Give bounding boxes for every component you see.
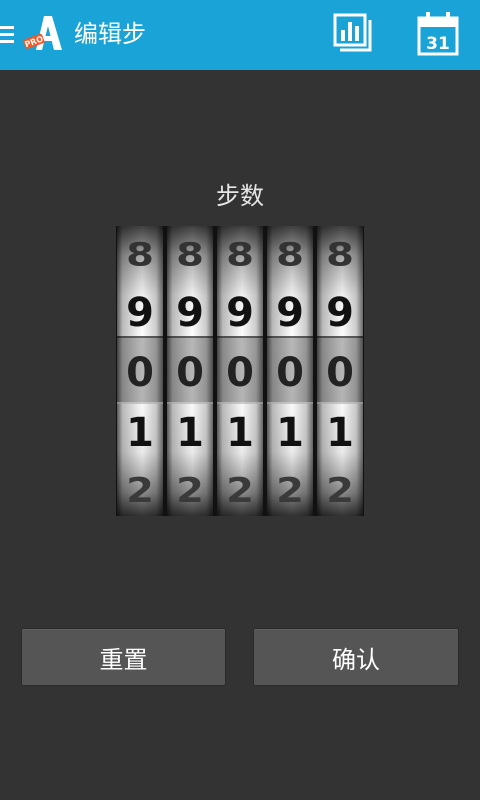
- digit-wheel-1[interactable]: 8 9 0 1 2: [117, 226, 163, 516]
- wheel-digit: 2: [126, 471, 154, 511]
- wheel-digit: 8: [126, 236, 154, 274]
- wheel-digit: 1: [276, 410, 304, 456]
- hamburger-icon: [0, 26, 14, 44]
- wheel-digit: 2: [176, 471, 204, 511]
- wheel-selected-digit: 0: [176, 350, 204, 396]
- wheel-digit: 9: [226, 290, 254, 336]
- bar-chart-icon: [333, 13, 372, 52]
- calendar-day-number: 31: [426, 34, 450, 54]
- wheel-selected-digit: 0: [126, 350, 154, 396]
- wheel-digit: 1: [226, 410, 254, 456]
- wheel-digit: 8: [326, 236, 354, 274]
- reset-button[interactable]: 重置: [21, 628, 226, 686]
- digit-wheel-5[interactable]: 8 9 0 1 2: [317, 226, 363, 516]
- app-logo-icon: PRO: [23, 16, 62, 50]
- wheel-digit: 9: [176, 290, 204, 336]
- wheel-selected-digit: 0: [276, 350, 304, 396]
- wheel-digit: 2: [226, 471, 254, 511]
- wheel-digit: 2: [276, 471, 304, 511]
- action-bar: PRO 编辑步 31: [0, 0, 480, 70]
- wheel-digit: 2: [326, 471, 354, 511]
- calendar-button[interactable]: 31: [410, 6, 466, 62]
- statistics-button[interactable]: [326, 6, 382, 62]
- wheel-digit: 8: [226, 236, 254, 274]
- wheel-selected-digit: 0: [226, 350, 254, 396]
- wheel-digit: 1: [176, 410, 204, 456]
- wheel-digit: 1: [326, 410, 354, 456]
- confirm-button[interactable]: 确认: [253, 628, 459, 686]
- wheel-digit: 9: [326, 290, 354, 336]
- calendar-icon: 31: [417, 12, 459, 56]
- wheel-digit: 1: [126, 410, 154, 456]
- wheel-digit: 8: [176, 236, 204, 274]
- wheel-selected-digit: 0: [326, 350, 354, 396]
- step-count-picker: 8 9 0 1 2 8 9 0 1 2 8 9 0 1 2 8 9 0 1 2 …: [116, 226, 364, 516]
- wheel-digit: 9: [126, 290, 154, 336]
- digit-wheel-2[interactable]: 8 9 0 1 2: [167, 226, 213, 516]
- wheel-digit: 9: [276, 290, 304, 336]
- digit-wheel-4[interactable]: 8 9 0 1 2: [267, 226, 313, 516]
- page-title: 编辑步: [74, 20, 146, 48]
- steps-label: 步数: [216, 182, 264, 210]
- digit-wheel-3[interactable]: 8 9 0 1 2: [217, 226, 263, 516]
- app-home-button[interactable]: PRO: [0, 0, 70, 70]
- wheel-digit: 8: [276, 236, 304, 274]
